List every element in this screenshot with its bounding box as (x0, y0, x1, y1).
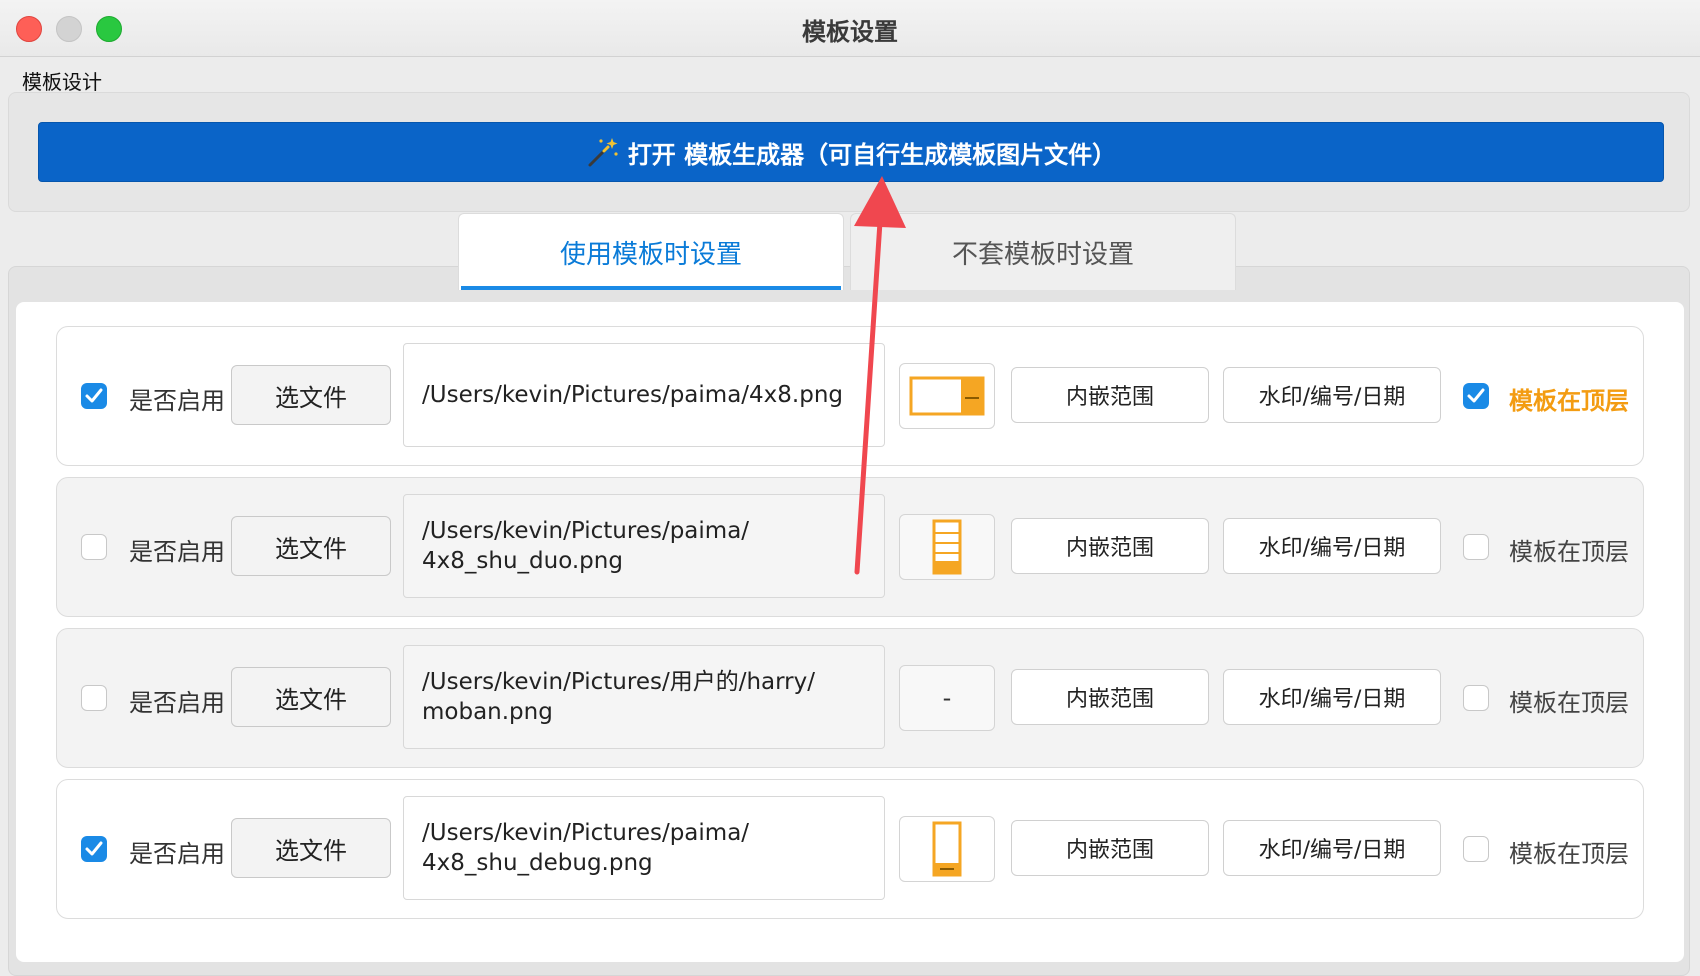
watermark-button[interactable]: 水印/编号/日期 (1223, 820, 1441, 876)
enable-checkbox[interactable] (81, 685, 107, 711)
embed-range-button[interactable]: 内嵌范围 (1011, 367, 1209, 423)
enable-checkbox[interactable] (81, 383, 107, 409)
file-path-field[interactable]: /Users/kevin/Pictures/paima/4x8.png (403, 343, 885, 447)
watermark-button[interactable]: 水印/编号/日期 (1223, 367, 1441, 423)
window-title: 模板设置 (802, 18, 898, 46)
check-icon (85, 388, 103, 403)
choose-file-button[interactable]: 选文件 (231, 365, 391, 425)
enable-label: 是否启用 (129, 387, 225, 415)
settings-window: 模板设置 模板设计 打开 模板生成器（可自行生成模板图片文件） 使用模板时设置 … (0, 0, 1700, 976)
template-on-top-checkbox[interactable] (1463, 836, 1489, 862)
open-template-generator-button[interactable]: 打开 模板生成器（可自行生成模板图片文件） (38, 122, 1664, 182)
file-path-field[interactable]: /Users/kevin/Pictures/用户的/harry/ moban.p… (403, 645, 885, 749)
portrait-template-thumbnail (932, 821, 962, 877)
group-label: 模板设计 (22, 70, 102, 94)
enable-label: 是否启用 (129, 840, 225, 868)
generator-button-label: 打开 模板生成器（可自行生成模板图片文件） (627, 140, 1117, 169)
template-preview[interactable]: - (899, 665, 995, 731)
check-icon (1467, 388, 1485, 403)
tab-label: 不套模板时设置 (951, 239, 1134, 270)
choose-file-button[interactable]: 选文件 (231, 516, 391, 576)
template-on-top-checkbox[interactable] (1463, 383, 1489, 409)
template-row: 是否启用 选文件 /Users/kevin/Pictures/用户的/harry… (56, 628, 1644, 768)
template-on-top-label: 模板在顶层 (1509, 387, 1629, 415)
template-on-top-label: 模板在顶层 (1509, 840, 1629, 868)
tab-no-template[interactable]: 不套模板时设置 (850, 213, 1236, 290)
watermark-button[interactable]: 水印/编号/日期 (1223, 669, 1441, 725)
enable-label: 是否启用 (129, 538, 225, 566)
template-preview[interactable] (899, 816, 995, 882)
tab-use-template[interactable]: 使用模板时设置 (458, 213, 844, 290)
watermark-button[interactable]: 水印/编号/日期 (1223, 518, 1441, 574)
embed-range-button[interactable]: 内嵌范围 (1011, 518, 1209, 574)
portrait-template-thumbnail (932, 519, 962, 575)
enable-checkbox[interactable] (81, 534, 107, 560)
check-icon (85, 841, 103, 856)
magic-wand-icon (588, 138, 618, 167)
template-row: 是否启用 选文件 /Users/kevin/Pictures/paima/ 4x… (56, 477, 1644, 617)
template-row: 是否启用 选文件 /Users/kevin/Pictures/paima/4x8… (56, 326, 1644, 466)
template-on-top-checkbox[interactable] (1463, 685, 1489, 711)
landscape-template-thumbnail (909, 376, 985, 416)
active-tab-indicator (461, 286, 841, 290)
template-preview[interactable] (899, 514, 995, 580)
title-bar: 模板设置 (0, 0, 1700, 57)
template-on-top-label: 模板在顶层 (1509, 538, 1629, 566)
choose-file-button[interactable]: 选文件 (231, 818, 391, 878)
template-on-top-checkbox[interactable] (1463, 534, 1489, 560)
embed-range-button[interactable]: 内嵌范围 (1011, 669, 1209, 725)
enable-label: 是否启用 (129, 689, 225, 717)
file-path-field[interactable]: /Users/kevin/Pictures/paima/ 4x8_shu_duo… (403, 494, 885, 598)
enable-checkbox[interactable] (81, 836, 107, 862)
template-preview[interactable] (899, 363, 995, 429)
embed-range-button[interactable]: 内嵌范围 (1011, 820, 1209, 876)
tab-label: 使用模板时设置 (559, 239, 742, 270)
choose-file-button[interactable]: 选文件 (231, 667, 391, 727)
template-row: 是否启用 选文件 /Users/kevin/Pictures/paima/ 4x… (56, 779, 1644, 919)
template-on-top-label: 模板在顶层 (1509, 689, 1629, 717)
file-path-field[interactable]: /Users/kevin/Pictures/paima/ 4x8_shu_deb… (403, 796, 885, 900)
